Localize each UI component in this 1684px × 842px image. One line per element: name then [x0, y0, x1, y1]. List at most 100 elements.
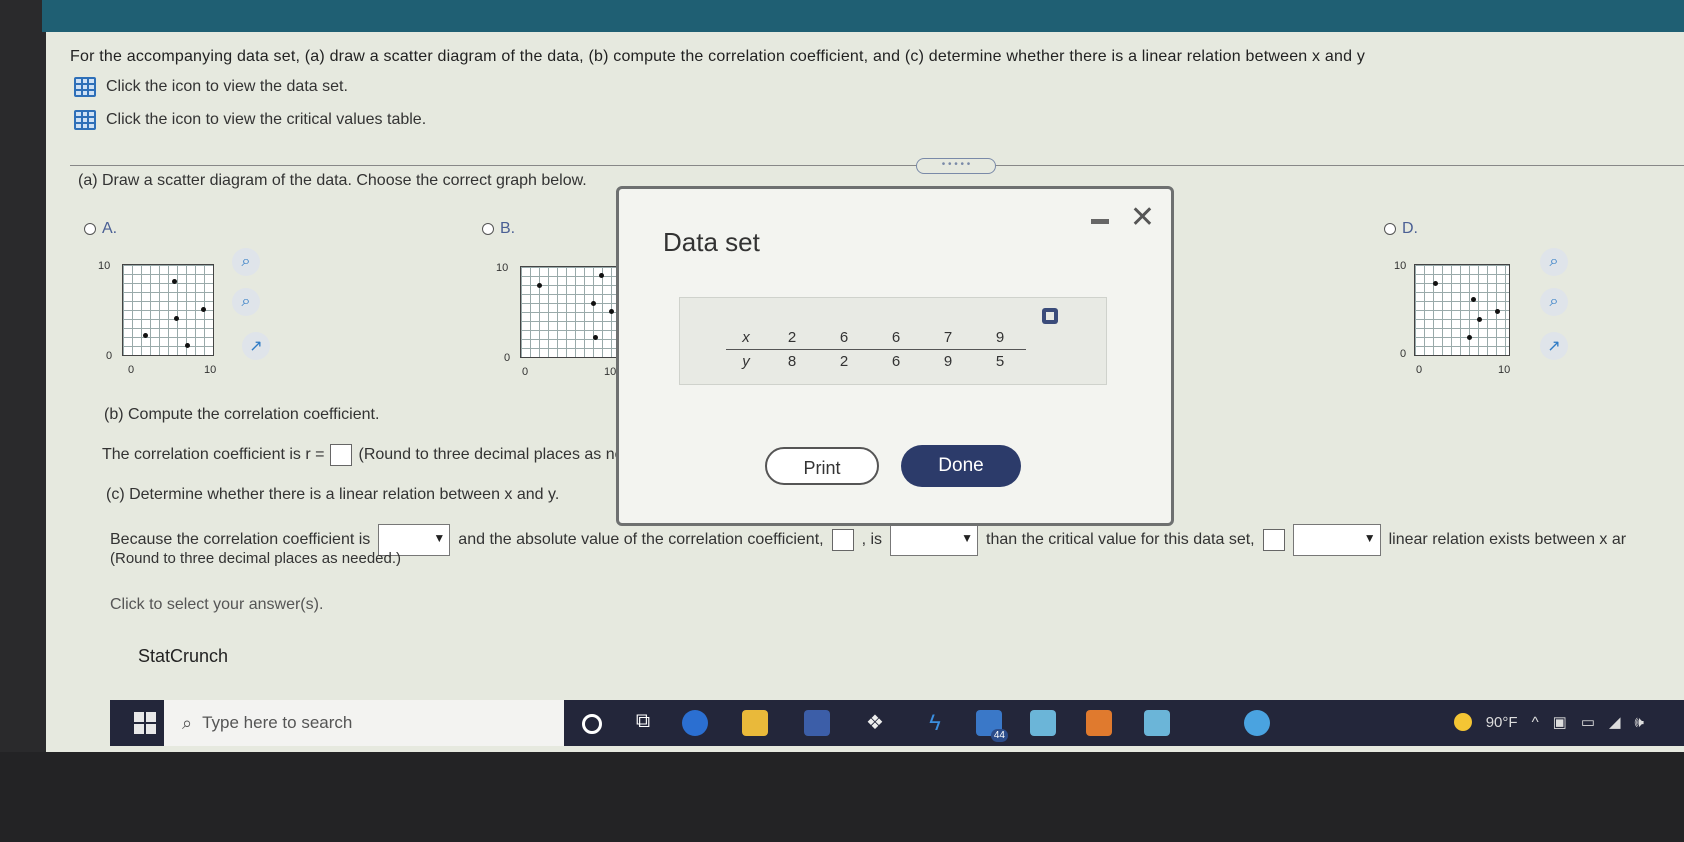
part-c-seg1: Because the correlation coefficient is [110, 531, 371, 548]
x-tick-min: 0 [522, 366, 529, 378]
y-tick-max: 10 [98, 260, 111, 272]
x-value: 6 [870, 326, 922, 350]
choice-a[interactable]: A. [84, 220, 117, 238]
data-point [143, 333, 148, 338]
external-link-icon[interactable]: ↗ [242, 332, 270, 360]
rounding-note: (Round to three decimal places as nee [358, 446, 633, 463]
magnify-icon[interactable]: ⌕ [1540, 248, 1568, 276]
part-c-prompt: (c) Determine whether there is a linear … [106, 486, 560, 503]
help-icon[interactable] [1244, 710, 1270, 736]
file-explorer-icon[interactable] [742, 710, 768, 736]
y-header: y [742, 353, 750, 370]
select-answer-hint: Click to select your answer(s). [110, 596, 324, 613]
part-c-seg2: and the absolute value of the correlatio… [458, 531, 824, 548]
data-point [174, 316, 179, 321]
x-value: 9 [974, 326, 1026, 350]
statcrunch-link[interactable]: StatCrunch [138, 646, 228, 667]
x-header: x [726, 326, 766, 350]
monitor-bottom-bezel [0, 752, 1684, 842]
tray-app-icon[interactable]: ▣ [1553, 713, 1567, 731]
table-icon[interactable] [74, 77, 96, 97]
data-set-link-row[interactable]: Click the icon to view the data set. [74, 77, 348, 97]
data-point [185, 343, 190, 348]
x-value: 6 [818, 326, 870, 350]
x-tick-max: 10 [1498, 364, 1511, 376]
critical-values-link-label[interactable]: Click the icon to view the critical valu… [106, 111, 426, 129]
radio-button[interactable] [482, 223, 494, 235]
x-tick-min: 0 [128, 364, 135, 376]
y-tick-min: 0 [504, 352, 511, 364]
external-link-icon[interactable]: ↗ [1540, 332, 1568, 360]
data-table: x 2 6 6 7 9 y 8 2 6 9 5 [726, 326, 1026, 373]
choice-label: D. [1402, 220, 1418, 237]
resize-handle[interactable]: • • • • • [916, 158, 996, 174]
zoom-out-icon[interactable]: ⌕ [232, 288, 260, 316]
edge-browser-icon[interactable] [682, 710, 708, 736]
copy-icon[interactable] [1042, 308, 1058, 324]
radio-button[interactable] [1384, 223, 1396, 235]
correlation-label: The correlation coefficient is r = [102, 446, 325, 463]
comparison-dropdown[interactable] [890, 524, 979, 556]
plot-area [520, 266, 618, 358]
choice-label: B. [500, 220, 516, 237]
y-row: y 8 2 6 9 5 [726, 350, 1026, 374]
scatter-graph-a: 10 0 0 10 [98, 250, 248, 380]
store-icon[interactable] [804, 710, 830, 736]
zoom-out-icon[interactable]: ⌕ [1540, 288, 1568, 316]
system-tray: 90°F ^ ▣ ▭ ◢ 🕪 [1453, 713, 1644, 731]
x-value: 7 [922, 326, 974, 350]
relation-dropdown[interactable] [1292, 524, 1381, 556]
part-c-seg3: , is [861, 531, 883, 548]
part-c-rounding-note: (Round to three decimal places as needed… [110, 550, 402, 567]
temperature[interactable]: 90°F [1486, 714, 1518, 731]
magnify-icon[interactable]: ⌕ [232, 248, 260, 276]
taskbar-search-input[interactable]: ⌕ Type here to search [164, 700, 564, 746]
task-view-icon[interactable]: ⧉ [630, 710, 656, 736]
data-point [1433, 281, 1438, 286]
mail-icon[interactable]: 44 [976, 710, 1008, 742]
data-set-link-label[interactable]: Click the icon to view the data set. [106, 78, 348, 96]
dropbox-icon[interactable]: ❖ [862, 710, 888, 736]
y-value: 6 [891, 353, 901, 370]
weather-icon[interactable] [1453, 713, 1472, 731]
part-b-prompt: (b) Compute the correlation coefficient. [104, 406, 380, 423]
chevron-up-icon[interactable]: ^ [1532, 714, 1539, 731]
app-game-icon[interactable] [1144, 710, 1170, 736]
dialog-title: Data set [663, 227, 760, 257]
volume-icon[interactable]: 🕪 [1635, 714, 1644, 731]
y-tick-max: 10 [496, 262, 509, 274]
windows-start-icon[interactable] [134, 712, 156, 734]
windows-taskbar: ⌕ Type here to search ⧉ ❖ ϟ 44 90°F ^ ▣ … [110, 700, 1684, 746]
done-button[interactable]: Done [901, 445, 1021, 487]
data-point [599, 273, 604, 278]
print-button[interactable]: Print [765, 447, 879, 485]
x-tick-max: 10 [604, 366, 617, 378]
cortana-icon[interactable] [582, 714, 602, 734]
office-icon[interactable] [1086, 710, 1112, 736]
data-point [537, 283, 542, 288]
table-icon[interactable] [74, 110, 96, 130]
correlation-input[interactable] [330, 444, 353, 466]
minimize-icon[interactable] [1091, 219, 1109, 224]
battery-icon[interactable]: ▭ [1581, 713, 1595, 731]
data-point [609, 309, 614, 314]
app-bolt-icon[interactable]: ϟ [922, 710, 948, 736]
app-game-icon[interactable] [1030, 710, 1056, 736]
browser-top-bar [42, 0, 1684, 32]
data-point [201, 307, 206, 312]
data-point [591, 301, 596, 306]
close-icon[interactable]: ✕ [1130, 203, 1155, 233]
x-tick-min: 0 [1416, 364, 1423, 376]
mail-badge: 44 [990, 729, 1008, 742]
y-value: 9 [943, 353, 953, 370]
radio-button[interactable] [84, 223, 96, 235]
critical-value-input[interactable] [1262, 529, 1285, 551]
absolute-value-input[interactable] [831, 529, 854, 551]
data-point [1471, 297, 1476, 302]
critical-values-link-row[interactable]: Click the icon to view the critical valu… [74, 110, 426, 130]
choice-d[interactable]: D. [1384, 220, 1418, 238]
choice-b[interactable]: B. [482, 220, 515, 238]
network-icon[interactable]: ◢ [1609, 713, 1621, 731]
x-value: 2 [766, 326, 818, 350]
data-table-card: x 2 6 6 7 9 y 8 2 6 9 5 [679, 297, 1107, 385]
